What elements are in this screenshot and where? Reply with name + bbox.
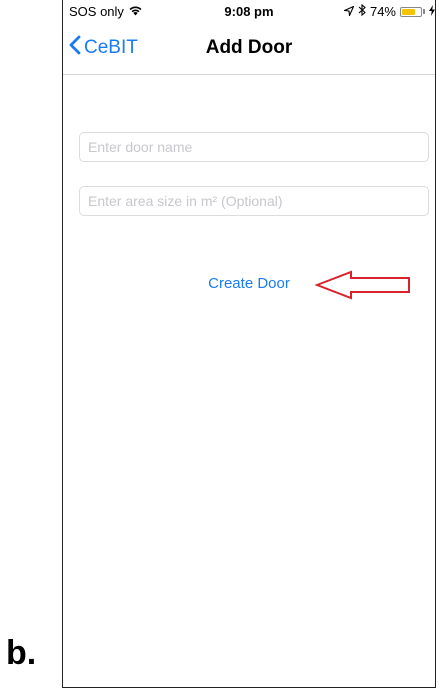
- area-size-input[interactable]: [79, 186, 429, 216]
- red-arrow-icon: [314, 270, 413, 305]
- status-right: 74%: [342, 3, 435, 19]
- battery-icon: [400, 6, 422, 17]
- battery-percent: 74%: [369, 4, 396, 19]
- door-name-input[interactable]: [79, 132, 429, 162]
- battery-level: [402, 8, 416, 15]
- navigation-bar: CeBIT Add Door: [63, 22, 435, 75]
- location-arrow-icon: [342, 4, 355, 19]
- status-bar: SOS only 9:08 pm 74%: [63, 0, 435, 22]
- bolt-icon: [429, 4, 435, 19]
- page-title: Add Door: [205, 37, 293, 58]
- phone-screen: SOS only 9:08 pm 74% CeBIT Add Door Ente…: [62, 0, 436, 688]
- bluetooth-icon: [358, 3, 366, 19]
- battery-tip: [423, 9, 425, 14]
- figure-label: b.: [6, 634, 37, 672]
